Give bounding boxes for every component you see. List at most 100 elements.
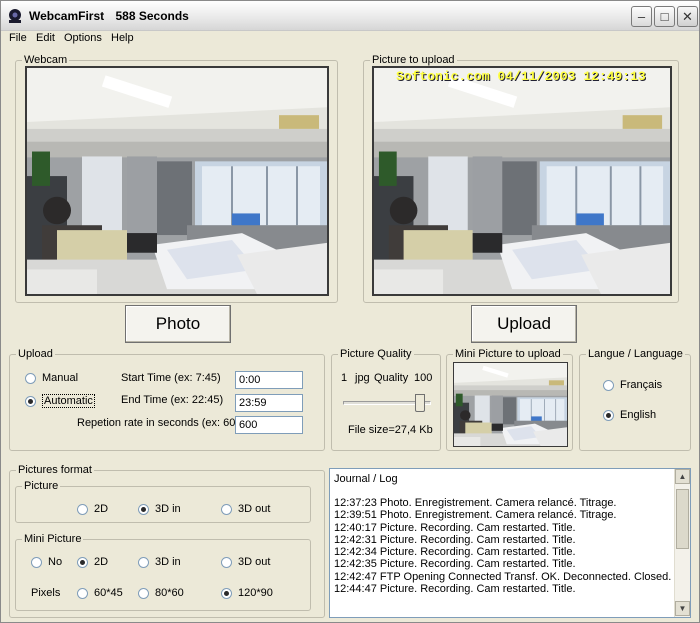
pixels-80x60-dot[interactable]: [138, 587, 149, 599]
mini-3d-in-radio[interactable]: 3D in: [138, 556, 181, 568]
picture-3d-in-dot[interactable]: [138, 503, 149, 515]
title-bar[interactable]: WebcamFirst 588 Seconds – □ ✕: [1, 1, 699, 31]
scroll-up-icon[interactable]: ▲: [675, 469, 690, 484]
picture-3d-in-radio[interactable]: 3D in: [138, 503, 181, 515]
log-line: 12:44:47 Picture. Recording. Cam restart…: [334, 583, 576, 596]
log-line: 12:42:31 Picture. Recording. Cam restart…: [334, 533, 576, 546]
mini-2d-dot[interactable]: [77, 556, 88, 568]
automatic-label: Automatic: [42, 394, 95, 408]
english-radio-dot[interactable]: [603, 409, 614, 421]
close-button[interactable]: ✕: [677, 6, 698, 27]
mini-no-radio[interactable]: No: [31, 556, 62, 568]
manual-radio-dot[interactable]: [25, 372, 36, 384]
mini-no-dot[interactable]: [31, 556, 42, 568]
mini-format-group: Mini Picture: [15, 533, 311, 611]
picture-3d-out-dot[interactable]: [221, 503, 232, 515]
picture-3d-out-label: 3D out: [238, 503, 271, 515]
manual-label: Manual: [42, 372, 79, 384]
quality-format: jpg: [355, 372, 370, 384]
repetition-rate-field[interactable]: 600: [235, 416, 303, 434]
picture-2d-label: 2D: [94, 503, 109, 515]
pixels-60x45-dot[interactable]: [77, 587, 88, 599]
upload-preview-image: Softonic.com 04/11/2003 12:49:13: [372, 66, 672, 296]
mini-no-label: No: [48, 556, 63, 568]
window-title: WebcamFirst 588 Seconds: [29, 9, 197, 23]
mini-3d-out-dot[interactable]: [221, 556, 232, 568]
menu-file[interactable]: File: [9, 32, 27, 44]
menu-options[interactable]: Options: [64, 32, 102, 44]
pixels-label: Pixels: [31, 587, 61, 599]
log-lines: 12:37:23 Photo. Enregistrement. Camera r…: [334, 497, 671, 595]
log-line: 12:42:47 FTP Opening Connected Transf. O…: [334, 570, 672, 583]
mini-3d-out-label: 3D out: [238, 556, 271, 568]
automatic-radio-dot[interactable]: [25, 395, 36, 407]
log-line: 12:39:51 Photo. Enregistrement. Camera r…: [334, 509, 617, 522]
picture-3d-out-radio[interactable]: 3D out: [221, 503, 270, 515]
language-label: Langue / Language: [586, 348, 685, 360]
pixels-120x90-dot[interactable]: [221, 587, 232, 599]
photo-button[interactable]: Photo: [125, 305, 231, 343]
pixels-80x60-radio[interactable]: 80*60: [138, 587, 184, 599]
quality-word: Quality: [374, 372, 409, 384]
mini-picture-image: [453, 362, 568, 447]
webcam-image: [25, 66, 329, 296]
quality-min: 1: [341, 372, 348, 384]
mini-3d-in-dot[interactable]: [138, 556, 149, 568]
mini-3d-in-label: 3D in: [155, 556, 181, 568]
mini-2d-radio[interactable]: 2D: [77, 556, 108, 568]
maximize-button[interactable]: □: [654, 6, 675, 27]
upload-button[interactable]: Upload: [471, 305, 577, 343]
picture-quality-label: Picture Quality: [338, 348, 414, 360]
menu-bar: File Edit Options Help: [1, 31, 699, 47]
upload-group-label: Upload: [16, 348, 55, 360]
webcam-app-icon: [9, 9, 21, 23]
app-window: WebcamFirst 588 Seconds – □ ✕ File Edit …: [0, 0, 700, 623]
scroll-thumb[interactable]: [676, 489, 689, 549]
pixels-60x45-radio[interactable]: 60*45: [77, 587, 123, 599]
log-panel[interactable]: Journal / Log 12:37:23 Photo. Enregistre…: [329, 468, 691, 618]
english-radio[interactable]: English: [603, 409, 656, 421]
log-line: 12:42:35 Picture. Recording. Cam restart…: [334, 558, 576, 571]
menu-help[interactable]: Help: [111, 32, 134, 44]
pixels-80x60-label: 80*60: [155, 587, 184, 599]
app-name: WebcamFirst: [29, 9, 105, 23]
end-time-label: End Time (ex: 22:45): [121, 394, 224, 406]
picture-2d-dot[interactable]: [77, 503, 88, 515]
english-label: English: [620, 409, 657, 421]
timestamp-overlay: Softonic.com 04/11/2003 12:49:13: [396, 69, 646, 84]
scroll-down-icon[interactable]: ▼: [675, 601, 690, 616]
mini-picture-label: Mini Picture to upload: [453, 348, 563, 360]
pixels-60x45-label: 60*45: [94, 587, 123, 599]
start-time-field[interactable]: 0:00: [235, 371, 303, 389]
minimize-button[interactable]: –: [631, 6, 652, 27]
upload-preview-label: Picture to upload: [370, 54, 457, 66]
french-radio-dot[interactable]: [603, 379, 614, 391]
language-group: Langue / Language: [579, 348, 691, 451]
quality-max: 100: [414, 372, 433, 384]
repetition-rate-label: Repetion rate in seconds (ex: 600): [77, 417, 246, 429]
mini-3d-out-radio[interactable]: 3D out: [221, 556, 270, 568]
automatic-radio[interactable]: Automatic: [25, 394, 95, 408]
menu-edit[interactable]: Edit: [36, 32, 55, 44]
end-time-field[interactable]: 23:59: [235, 394, 303, 412]
log-title: Journal / Log: [334, 473, 398, 485]
manual-radio[interactable]: Manual: [25, 372, 78, 384]
pixels-120x90-label: 120*90: [238, 587, 273, 599]
mini-format-label: Mini Picture: [22, 533, 84, 545]
pixels-120x90-radio[interactable]: 120*90: [221, 587, 273, 599]
french-label: Français: [620, 379, 663, 391]
quality-slider-thumb[interactable]: [414, 394, 425, 412]
log-line: 12:42:34 Picture. Recording. Cam restart…: [334, 546, 576, 559]
start-time-label: Start Time (ex: 7:45): [121, 372, 221, 384]
elapsed-seconds: 588 Seconds: [115, 9, 189, 23]
pictures-format-label: Pictures format: [16, 464, 94, 476]
picture-2d-radio[interactable]: 2D: [77, 503, 108, 515]
mini-2d-label: 2D: [94, 556, 109, 568]
picture-3d-in-label: 3D in: [155, 503, 181, 515]
webcam-label: Webcam: [22, 54, 70, 66]
log-line: 12:37:23 Photo. Enregistrement. Camera r…: [334, 497, 617, 509]
log-scrollbar[interactable]: ▲ ▼: [674, 469, 690, 617]
french-radio[interactable]: Français: [603, 379, 662, 391]
log-line: 12:40:17 Picture. Recording. Cam restart…: [334, 521, 576, 534]
picture-format-label: Picture: [22, 480, 61, 492]
